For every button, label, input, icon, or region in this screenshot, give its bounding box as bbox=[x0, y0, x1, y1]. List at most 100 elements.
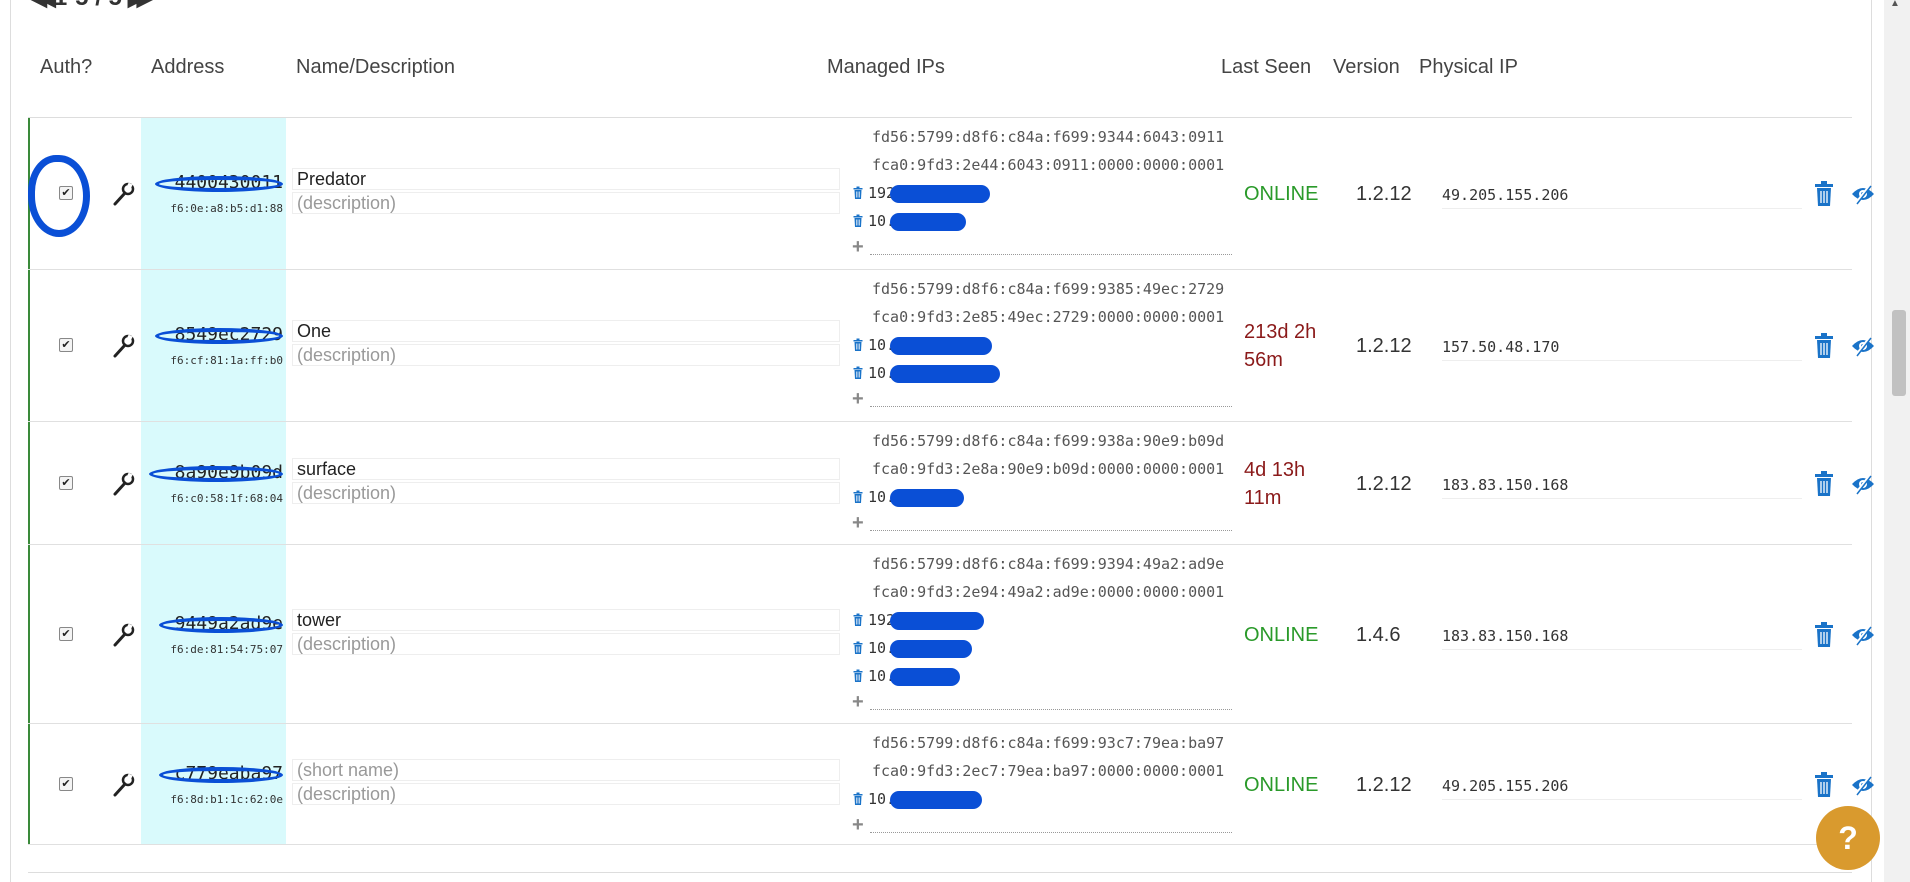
redaction-mark bbox=[890, 668, 960, 686]
member-description-input[interactable]: (description) bbox=[292, 192, 840, 214]
redaction-mark bbox=[890, 365, 1000, 383]
header-last-seen: Last Seen bbox=[1221, 56, 1312, 78]
hide-member-eye-icon[interactable] bbox=[1850, 181, 1876, 207]
remove-ip-trash-icon[interactable] bbox=[852, 366, 864, 380]
remove-ip-trash-icon[interactable] bbox=[852, 338, 864, 352]
member-name-input[interactable]: surface bbox=[292, 458, 840, 480]
redaction-mark bbox=[890, 612, 984, 630]
member-physical-ip: 49.205.155.206 bbox=[1442, 777, 1802, 800]
auth-checkbox[interactable]: ✔ bbox=[59, 476, 73, 490]
last-seen-line: 56m bbox=[1244, 349, 1283, 371]
member-row: ✔ c779eaba97 f6:8d:b1:1c:62:0e (short name)… bbox=[28, 724, 1874, 845]
hide-member-eye-icon[interactable] bbox=[1850, 622, 1876, 648]
remove-ip-trash-icon[interactable] bbox=[852, 792, 864, 806]
member-physical-ip: 157.50.48.170 bbox=[1442, 338, 1802, 361]
wrench-icon[interactable] bbox=[110, 333, 136, 359]
last-seen-status: ONLINE bbox=[1244, 180, 1318, 208]
member-description-input[interactable]: (description) bbox=[292, 482, 840, 504]
member-description-input[interactable]: (description) bbox=[292, 783, 840, 805]
member-version: 1.2.12 bbox=[1356, 774, 1412, 796]
scrollbar-thumb[interactable] bbox=[1892, 310, 1906, 396]
delete-member-trash-icon[interactable] bbox=[1812, 471, 1836, 497]
member-name-input[interactable]: Predator bbox=[292, 168, 840, 190]
wrench-icon[interactable] bbox=[110, 181, 136, 207]
add-ip-input[interactable] bbox=[870, 530, 1232, 531]
member-physical-ip: 183.83.150.168 bbox=[1442, 627, 1802, 650]
managed-ipv6: fd56:5799:d8f6:c84a:f699:9385:49ec:2729 bbox=[872, 280, 1225, 298]
managed-ipv4-row: 10. bbox=[852, 639, 895, 657]
add-ip-icon[interactable]: + bbox=[852, 512, 864, 535]
scrollbar[interactable] bbox=[1884, 0, 1910, 882]
header-name: Name/Description bbox=[296, 56, 455, 78]
member-mac: f6:8d:b1:1c:62:0e bbox=[170, 793, 283, 806]
auth-checkbox[interactable]: ✔ bbox=[59, 627, 73, 641]
last-seen-status: 4d 13h 11m bbox=[1244, 456, 1305, 512]
last-seen-status: 213d 2h 56m bbox=[1244, 318, 1316, 374]
member-version: 1.2.12 bbox=[1356, 335, 1412, 357]
last-seen-line: 213d 2h bbox=[1244, 321, 1317, 343]
redaction-scribble bbox=[159, 767, 283, 783]
redaction-scribble bbox=[155, 176, 283, 192]
table-bottom-divider bbox=[28, 872, 1852, 873]
managed-ipv6: fca0:9fd3:2e85:49ec:2729:0000:0000:0001 bbox=[872, 308, 1225, 326]
wrench-icon[interactable] bbox=[110, 772, 136, 798]
last-seen-line: 11m bbox=[1244, 487, 1282, 509]
redaction-scribble bbox=[155, 328, 283, 344]
managed-ipv6: fca0:9fd3:2e8a:90e9:b09d:0000:0000:0001 bbox=[872, 460, 1225, 478]
member-description-input[interactable]: (description) bbox=[292, 633, 840, 655]
managed-ipv6: fd56:5799:d8f6:c84a:f699:938a:90e9:b09d bbox=[872, 432, 1225, 450]
member-version: 1.2.12 bbox=[1356, 473, 1412, 495]
delete-member-trash-icon[interactable] bbox=[1812, 772, 1836, 798]
scroll-up-arrow-icon[interactable]: ▲ bbox=[1890, 0, 1904, 9]
delete-member-trash-icon[interactable] bbox=[1812, 333, 1836, 359]
help-button[interactable]: ? bbox=[1816, 806, 1880, 870]
remove-ip-trash-icon[interactable] bbox=[852, 214, 864, 228]
last-seen-line: ONLINE bbox=[1244, 774, 1319, 796]
hide-member-eye-icon[interactable] bbox=[1850, 471, 1876, 497]
remove-ip-trash-icon[interactable] bbox=[852, 669, 864, 683]
member-mac: f6:0e:a8:b5:d1:88 bbox=[170, 202, 283, 215]
add-ip-icon[interactable]: + bbox=[852, 388, 864, 411]
header-address: Address bbox=[151, 56, 225, 78]
redaction-mark bbox=[890, 640, 972, 658]
auth-checkbox[interactable]: ✔ bbox=[59, 338, 73, 352]
add-ip-icon[interactable]: + bbox=[852, 691, 864, 714]
member-name-input[interactable]: One bbox=[292, 320, 840, 342]
member-row: ✔ 8549ec2729 f6:cf:81:1a:ff:b0 One (descript… bbox=[28, 270, 1874, 422]
wrench-icon[interactable] bbox=[110, 622, 136, 648]
last-seen-line: ONLINE bbox=[1244, 624, 1319, 646]
remove-ip-trash-icon[interactable] bbox=[852, 641, 864, 655]
add-ip-input[interactable] bbox=[870, 406, 1232, 407]
add-ip-icon[interactable]: + bbox=[852, 236, 864, 259]
add-ip-icon[interactable]: + bbox=[852, 814, 864, 837]
member-name-input[interactable]: (short name) bbox=[292, 759, 840, 781]
last-seen-line: ONLINE bbox=[1244, 183, 1319, 205]
delete-member-trash-icon[interactable] bbox=[1812, 622, 1836, 648]
last-seen-status: ONLINE bbox=[1244, 621, 1318, 649]
managed-ipv6: fd56:5799:d8f6:c84a:f699:9394:49a2:ad9e bbox=[872, 555, 1225, 573]
member-row: ✔ 4400430011 f6:0e:a8:b5:d1:88 Predator (des… bbox=[28, 118, 1874, 270]
member-version: 1.4.6 bbox=[1356, 624, 1401, 646]
wrench-icon[interactable] bbox=[110, 471, 136, 497]
hide-member-eye-icon[interactable] bbox=[1850, 772, 1876, 798]
managed-ipv4-row: 10. bbox=[852, 336, 895, 354]
add-ip-input[interactable] bbox=[870, 709, 1232, 710]
redaction-mark bbox=[890, 213, 966, 231]
member-name-input[interactable]: tower bbox=[292, 609, 840, 631]
hide-member-eye-icon[interactable] bbox=[1850, 333, 1876, 359]
managed-ipv4-row: 10. bbox=[852, 364, 895, 382]
member-description-input[interactable]: (description) bbox=[292, 344, 840, 366]
delete-member-trash-icon[interactable] bbox=[1812, 181, 1836, 207]
managed-ipv4-row: 10. bbox=[852, 790, 895, 808]
managed-ipv6: fca0:9fd3:2e44:6043:0911:0000:0000:0001 bbox=[872, 156, 1225, 174]
managed-ipv6: fd56:5799:d8f6:c84a:f699:9344:6043:0911 bbox=[872, 128, 1225, 146]
remove-ip-trash-icon[interactable] bbox=[852, 490, 864, 504]
add-ip-input[interactable] bbox=[870, 832, 1232, 833]
remove-ip-trash-icon[interactable] bbox=[852, 613, 864, 627]
auth-checkbox[interactable]: ✔ bbox=[59, 777, 73, 791]
redaction-mark bbox=[890, 185, 990, 203]
managed-ipv6: fca0:9fd3:2e94:49a2:ad9e:0000:0000:0001 bbox=[872, 583, 1225, 601]
header-version: Version bbox=[1333, 56, 1400, 78]
remove-ip-trash-icon[interactable] bbox=[852, 186, 864, 200]
add-ip-input[interactable] bbox=[870, 254, 1232, 255]
